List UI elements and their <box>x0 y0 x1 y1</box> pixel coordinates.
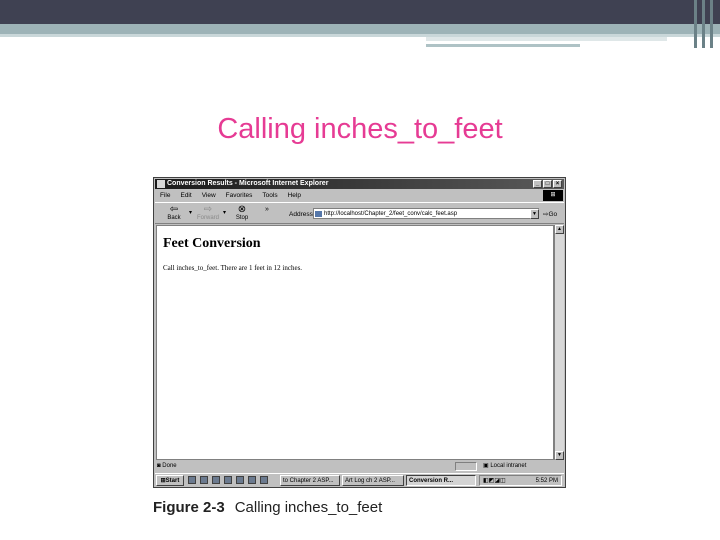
slide-accent-line <box>426 37 667 41</box>
stop-icon: ⊗ <box>237 204 247 215</box>
stop-button[interactable]: ⊗ Stop <box>227 204 257 224</box>
scroll-down-icon[interactable]: ▼ <box>555 451 564 460</box>
windows-logo-icon: ⊞ <box>543 190 563 201</box>
menu-view[interactable]: View <box>197 190 221 201</box>
minimize-button[interactable]: _ <box>533 180 542 188</box>
quicklaunch-icon[interactable] <box>236 476 244 484</box>
address-value: http://localhost/Chapter_2/feet_conv/cal… <box>324 211 458 217</box>
address-label: Address <box>289 211 313 218</box>
menu-help[interactable]: Help <box>283 190 306 201</box>
quicklaunch-icon[interactable] <box>260 476 268 484</box>
figure-caption: Figure 2-3 Calling inches_to_feet <box>153 499 382 516</box>
back-dropdown-icon[interactable]: ▾ <box>189 209 192 216</box>
menu-favorites[interactable]: Favorites <box>221 190 258 201</box>
address-input[interactable]: http://localhost/Chapter_2/feet_conv/cal… <box>313 208 539 219</box>
slide-title: Calling inches_to_feet <box>217 113 503 145</box>
taskbar-item[interactable]: Art Log ch 2 ASP... <box>342 475 404 486</box>
window-titlebar: Conversion Results - Microsoft Internet … <box>155 179 564 189</box>
browser-window: Conversion Results - Microsoft Internet … <box>153 177 566 488</box>
taskbar-item-active[interactable]: Conversion R... <box>406 475 476 486</box>
slide-accent-bar <box>0 24 720 34</box>
quicklaunch-icon[interactable] <box>200 476 208 484</box>
slide-top-bar <box>0 0 720 24</box>
system-tray: ◧◩◪◫ 5:52 PM <box>479 475 562 486</box>
clock: 5:52 PM <box>535 478 558 484</box>
menu-bar: File Edit View Favorites Tools Help <box>155 190 564 201</box>
tray-icons[interactable]: ◧◩◪◫ <box>483 476 506 487</box>
close-button[interactable]: × <box>553 180 562 188</box>
menu-edit[interactable]: Edit <box>175 190 196 201</box>
slide-accent-line <box>426 44 580 47</box>
quicklaunch-icon[interactable] <box>248 476 256 484</box>
go-button[interactable]: ⇨Go <box>543 210 557 218</box>
maximize-button[interactable]: □ <box>543 180 552 188</box>
address-dropdown-icon[interactable]: ▼ <box>530 209 539 219</box>
window-title: Conversion Results - Microsoft Internet … <box>167 180 329 187</box>
ie-icon <box>157 180 165 188</box>
quicklaunch-icon[interactable] <box>188 476 196 484</box>
menu-file[interactable]: File <box>155 190 175 201</box>
back-label: Back <box>167 215 181 221</box>
toolbar: ⇦ Back ▾ ⇨ Forward ▾ ⊗ Stop » Address ht… <box>155 202 564 224</box>
security-zone: ▣ Local intranet <box>483 463 527 469</box>
forward-arrow-icon: ⇨ <box>203 204 213 215</box>
vertical-scrollbar[interactable]: ▲ ▼ <box>554 225 564 460</box>
menu-tools[interactable]: Tools <box>257 190 282 201</box>
page-text: Call inches_to_feet. There are 1 feet in… <box>163 264 303 272</box>
back-button[interactable]: ⇦ Back <box>159 204 189 224</box>
status-text: ◙ Done <box>157 463 177 469</box>
slide-corner-bar <box>710 0 713 48</box>
forward-label: Forward <box>196 215 219 221</box>
forward-button[interactable]: ⇨ Forward <box>193 204 223 224</box>
quicklaunch-icon[interactable] <box>224 476 232 484</box>
status-bar: ◙ Done ▣ Local intranet <box>155 461 564 472</box>
figure-label: Figure 2-3 <box>153 499 225 516</box>
page-content: Feet Conversion Call inches_to_feet. The… <box>156 225 554 460</box>
taskbar: ⊞Start to Chapter 2 ASP... Art Log ch 2 … <box>155 473 564 486</box>
slide-corner-bar <box>702 0 705 48</box>
quicklaunch-icon[interactable] <box>212 476 220 484</box>
scroll-up-icon[interactable]: ▲ <box>555 225 564 234</box>
figure-text: Calling inches_to_feet <box>234 499 383 516</box>
go-label: Go <box>548 211 558 218</box>
status-pane <box>455 462 477 471</box>
stop-label: Stop <box>235 215 249 221</box>
page-heading: Feet Conversion <box>163 236 261 251</box>
slide-corner-bar <box>694 0 697 48</box>
back-arrow-icon: ⇦ <box>169 204 179 215</box>
forward-dropdown-icon[interactable]: ▾ <box>223 209 226 216</box>
toolbar-more-icon[interactable]: » <box>265 206 269 213</box>
taskbar-item[interactable]: to Chapter 2 ASP... <box>280 475 340 486</box>
start-button[interactable]: ⊞Start <box>156 475 184 486</box>
page-icon <box>315 211 322 217</box>
